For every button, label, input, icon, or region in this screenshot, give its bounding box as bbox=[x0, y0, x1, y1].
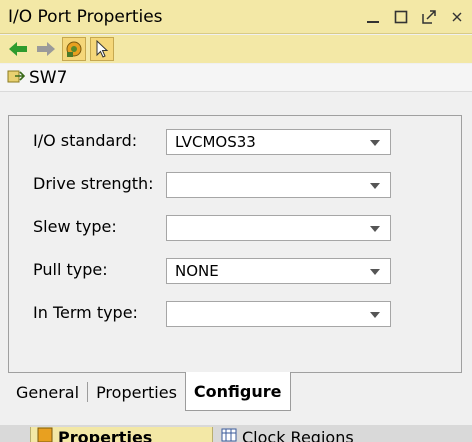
auto-update-icon[interactable] bbox=[62, 37, 86, 61]
pull-type-row: Pull type: NONE bbox=[9, 258, 461, 284]
panel-title-bar[interactable]: I/O Port Properties bbox=[0, 0, 472, 34]
object-name: SW7 bbox=[29, 67, 68, 88]
in-term-type-row: In Term type: bbox=[9, 301, 461, 327]
io-port-properties-panel: I/O Port Properties SW7 I/O standard: LV… bbox=[0, 0, 472, 425]
panel-title: I/O Port Properties bbox=[8, 6, 163, 27]
tab-configure[interactable]: Configure bbox=[184, 372, 291, 411]
bottom-tab-clock-regions[interactable]: Clock Regions bbox=[215, 427, 354, 442]
slew-type-row: Slew type: bbox=[9, 215, 461, 241]
port-icon bbox=[7, 68, 26, 88]
chevron-down-icon bbox=[370, 312, 380, 318]
io-standard-row: I/O standard: LVCMOS33 bbox=[9, 129, 461, 155]
drive-strength-row: Drive strength: bbox=[9, 172, 461, 198]
forward-arrow-icon[interactable] bbox=[34, 37, 58, 61]
float-icon[interactable] bbox=[420, 8, 438, 26]
select-cursor-icon[interactable] bbox=[90, 37, 114, 61]
close-icon[interactable] bbox=[448, 8, 466, 26]
bottom-tab-properties[interactable]: Properties bbox=[30, 427, 213, 442]
property-tabs: General Properties Configure bbox=[8, 372, 291, 411]
pull-type-label: Pull type: bbox=[33, 260, 108, 279]
minimize-icon[interactable] bbox=[364, 8, 382, 26]
io-standard-value: LVCMOS33 bbox=[175, 133, 256, 151]
bottom-tab-clock-regions-label: Clock Regions bbox=[242, 427, 354, 442]
pull-type-select[interactable]: NONE bbox=[166, 258, 391, 284]
back-arrow-icon[interactable] bbox=[6, 37, 30, 61]
bottom-tab-properties-label: Properties bbox=[58, 427, 153, 442]
drive-strength-select[interactable] bbox=[166, 172, 391, 198]
pull-type-value: NONE bbox=[175, 262, 219, 280]
io-standard-select[interactable]: LVCMOS33 bbox=[166, 129, 391, 155]
window-controls bbox=[364, 0, 466, 34]
chevron-down-icon bbox=[370, 269, 380, 275]
in-term-type-label: In Term type: bbox=[33, 303, 138, 322]
drive-strength-label: Drive strength: bbox=[33, 174, 154, 193]
io-standard-label: I/O standard: bbox=[33, 131, 138, 150]
panel-toolbar bbox=[0, 35, 472, 63]
tab-properties[interactable]: Properties bbox=[88, 373, 185, 411]
chevron-down-icon bbox=[370, 140, 380, 146]
maximize-icon[interactable] bbox=[392, 8, 410, 26]
slew-type-label: Slew type: bbox=[33, 217, 117, 236]
configure-content: I/O standard: LVCMOS33 Drive strength: S… bbox=[8, 115, 462, 373]
selected-object-row: SW7 bbox=[0, 64, 472, 92]
chevron-down-icon bbox=[370, 226, 380, 232]
bottom-tab-bar: Properties Clock Regions bbox=[0, 425, 472, 442]
in-term-type-select[interactable] bbox=[166, 301, 391, 327]
chevron-down-icon bbox=[370, 183, 380, 189]
properties-icon bbox=[37, 427, 53, 442]
slew-type-select[interactable] bbox=[166, 215, 391, 241]
clock-regions-icon bbox=[221, 427, 237, 442]
tab-general[interactable]: General bbox=[8, 373, 87, 411]
